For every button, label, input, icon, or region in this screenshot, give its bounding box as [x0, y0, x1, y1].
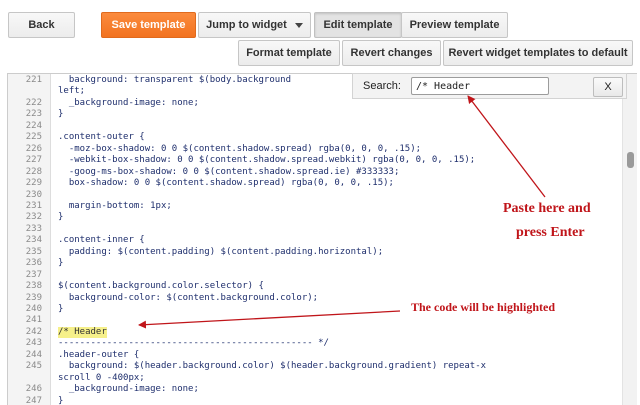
paste-arrow — [467, 95, 546, 198]
paste-note-line1: Paste here and — [503, 201, 591, 216]
highlight-note: The code will be highlighted — [411, 300, 556, 314]
highlight-arrow — [138, 310, 401, 329]
paste-note-line2: press Enter — [516, 225, 585, 240]
